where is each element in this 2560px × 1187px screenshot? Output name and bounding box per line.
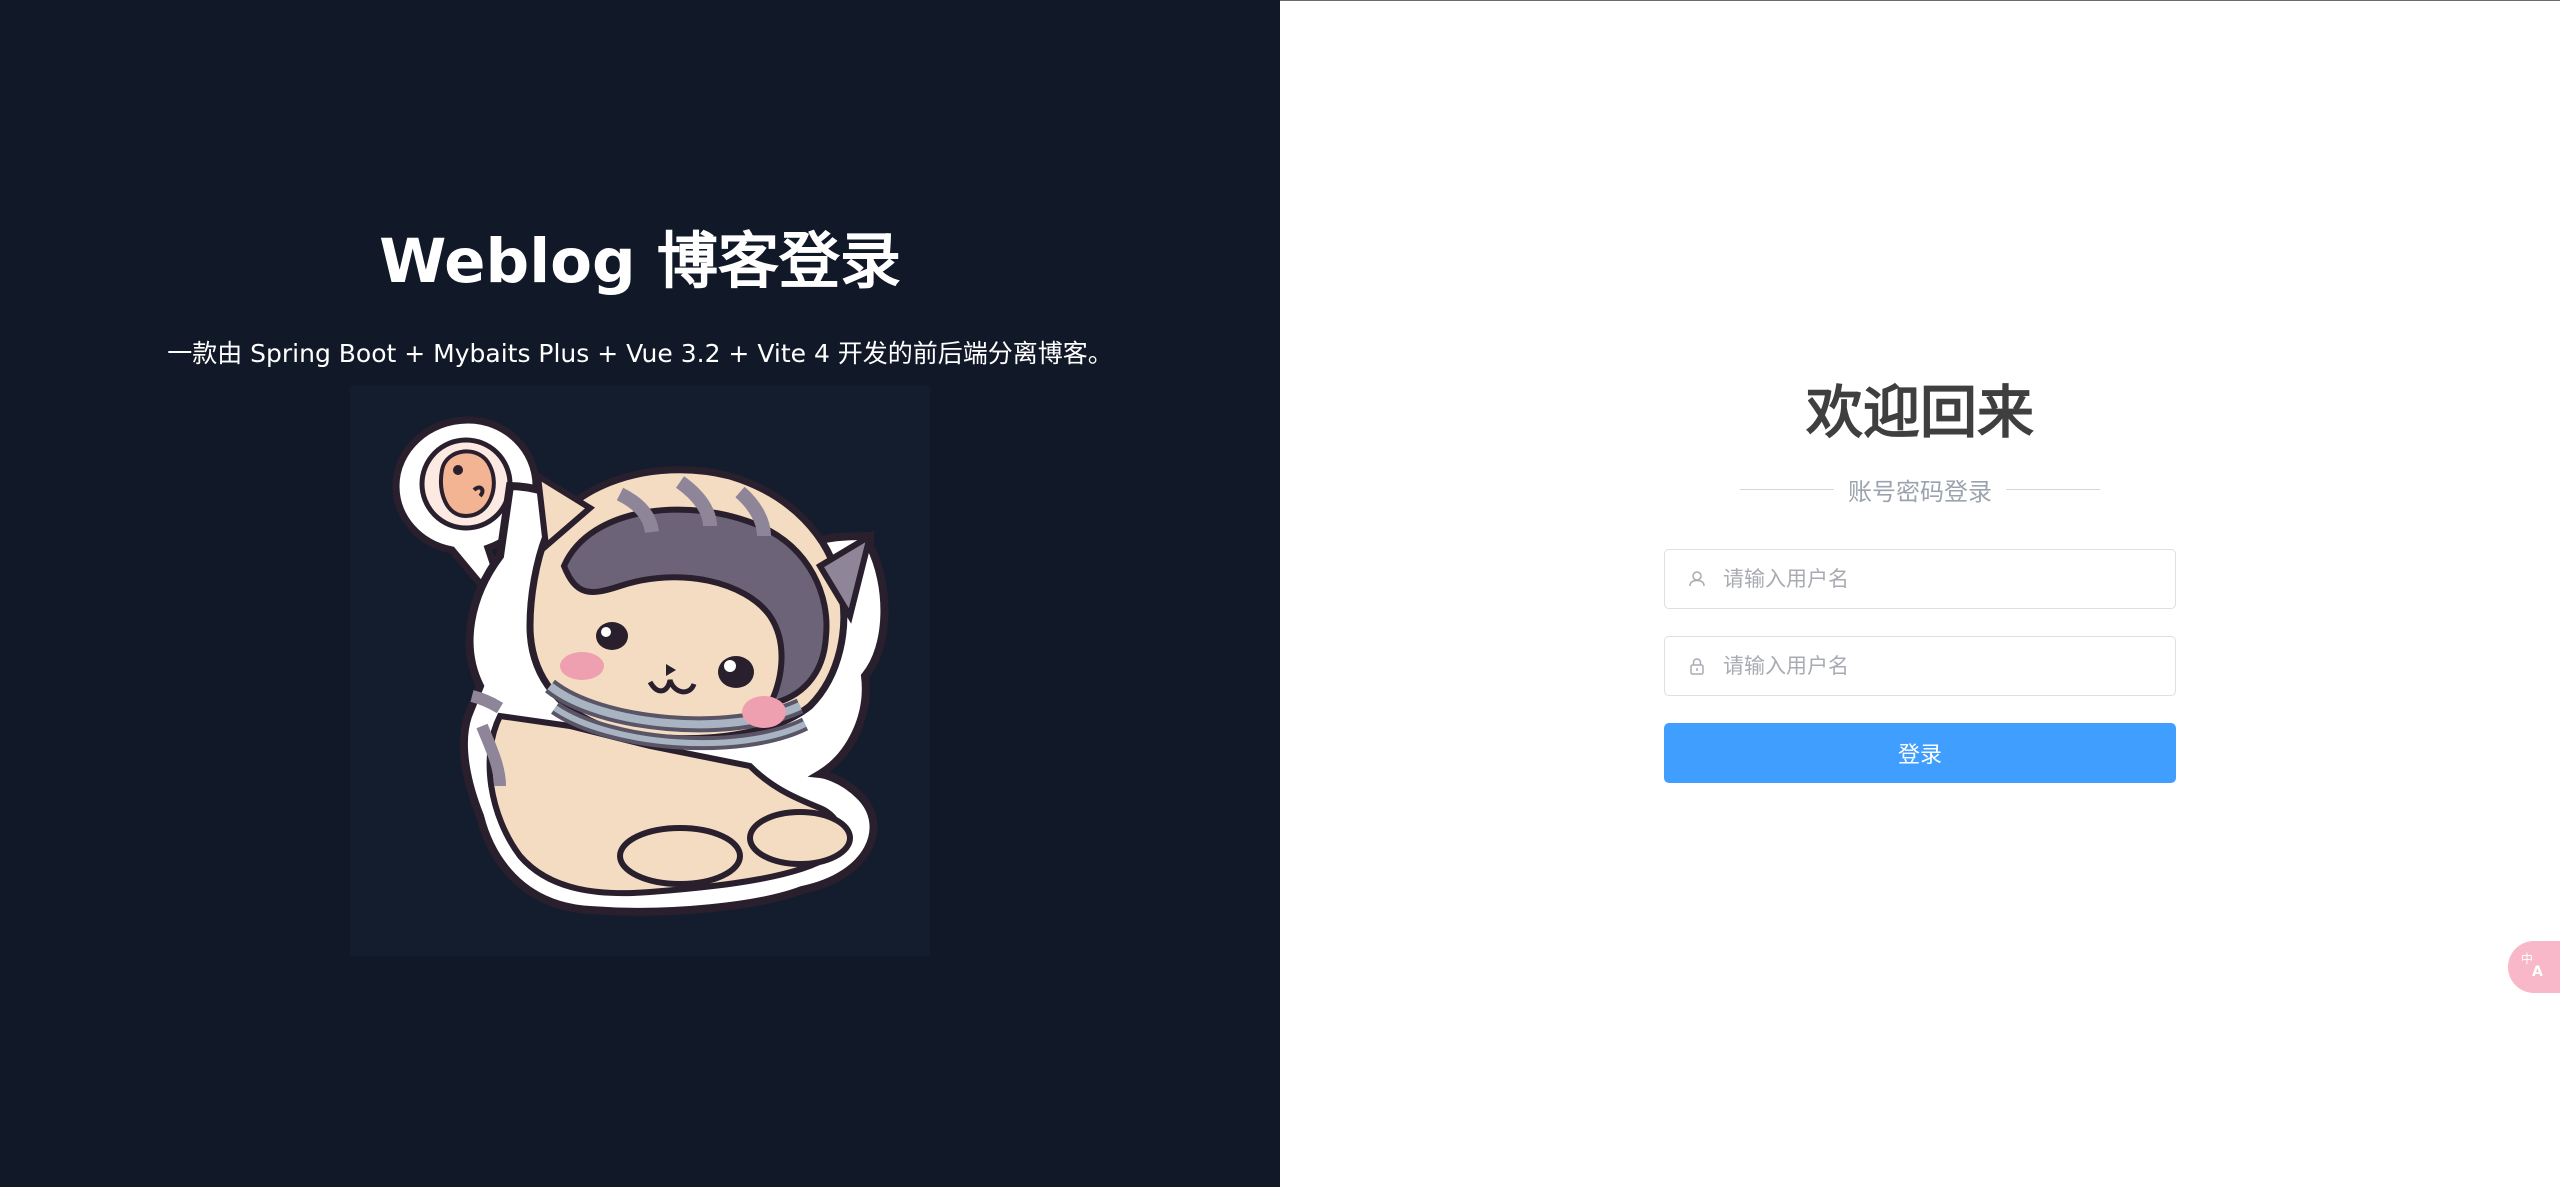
cat-body: [459, 466, 889, 916]
brand-panel: Weblog 博客登录 一款由 Spring Boot + Mybaits Pl…: [0, 0, 1280, 1187]
login-button[interactable]: 登录: [1664, 723, 2176, 783]
username-input[interactable]: [1721, 550, 2175, 608]
lock-icon: [1687, 656, 1707, 676]
login-panel: 欢迎回来 账号密码登录 请输入用户名 登录 中 A: [1280, 0, 2560, 1187]
translate-button[interactable]: 中 A: [2508, 941, 2560, 993]
astronaut-cat-illustration: [350, 386, 930, 956]
user-icon: [1687, 569, 1707, 589]
password-input[interactable]: [1721, 637, 2175, 695]
brand-subtitle: 一款由 Spring Boot + Mybaits Plus + Vue 3.2…: [167, 339, 1113, 368]
login-method-label: 账号密码登录: [1848, 477, 1992, 506]
welcome-heading: 欢迎回来: [1806, 380, 2034, 446]
password-field[interactable]: [1664, 636, 2176, 696]
login-page: Weblog 博客登录 一款由 Spring Boot + Mybaits Pl…: [0, 0, 2560, 1187]
divider-line-left: [1740, 488, 1834, 490]
divider-line-right: [2006, 488, 2100, 490]
svg-text:A: A: [2532, 964, 2543, 980]
brand-title: Weblog 博客登录: [379, 226, 901, 297]
username-field[interactable]: [1664, 549, 2176, 609]
login-method-divider: 账号密码登录: [1740, 471, 2100, 507]
translate-icon: 中 A: [2519, 950, 2549, 984]
